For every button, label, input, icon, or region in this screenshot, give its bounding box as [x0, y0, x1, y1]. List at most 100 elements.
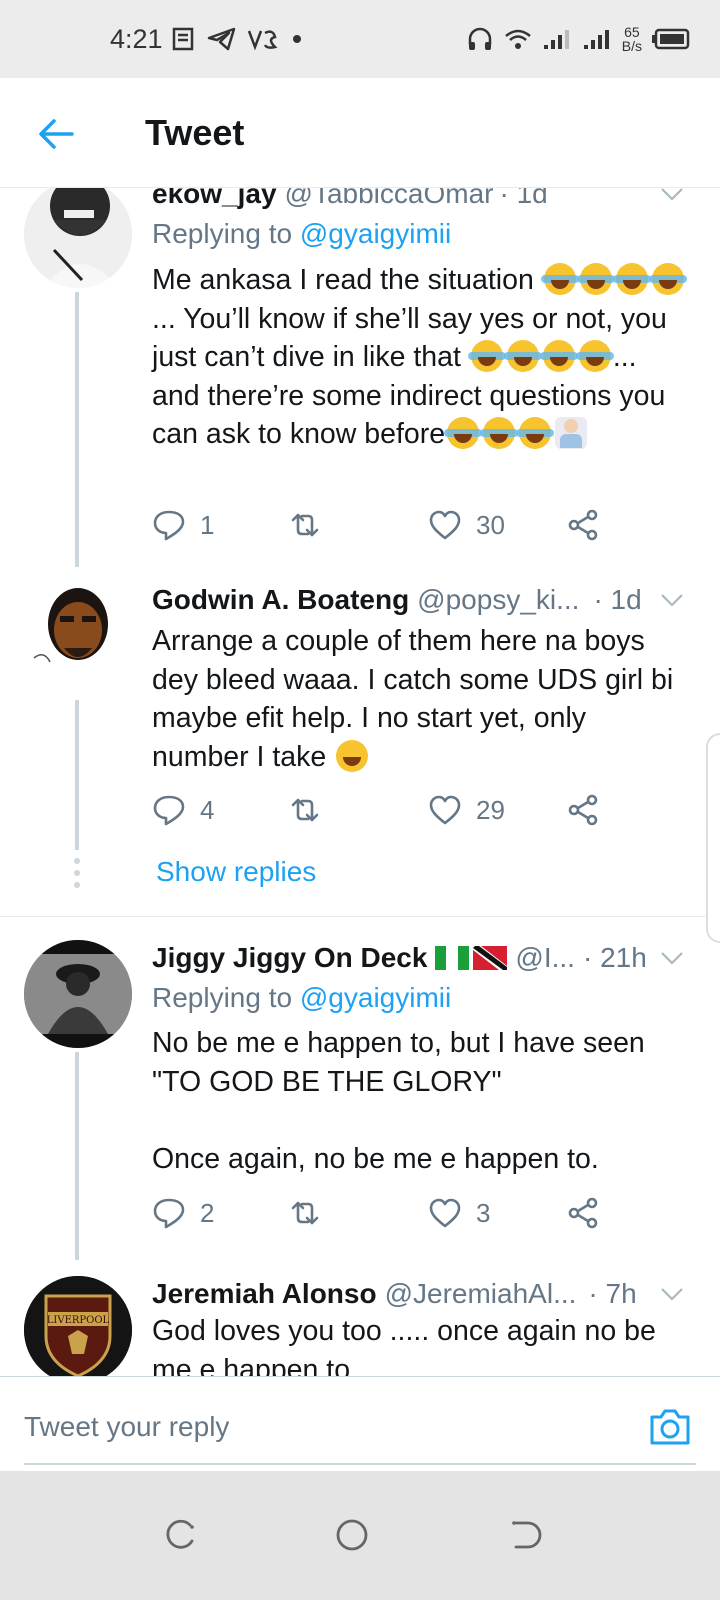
author-name[interactable]: Jiggy Jiggy On Deck — [152, 942, 427, 974]
laughing-tears-emoji — [612, 263, 651, 295]
replying-label: Replying to — [152, 218, 300, 249]
system-icons: 65 B/s — [466, 25, 690, 53]
avatar-image — [24, 940, 132, 1048]
avatar[interactable] — [24, 576, 132, 684]
like-button[interactable]: 3 — [428, 1196, 490, 1230]
signal-icon-2 — [583, 30, 609, 49]
heart-icon — [429, 510, 461, 540]
reply-button[interactable]: 4 — [152, 793, 214, 827]
like-button[interactable]: 29 — [428, 793, 505, 827]
tweet-jiggy-jiggy[interactable]: Jiggy Jiggy On Deck @I... · 21h Replying… — [0, 940, 720, 1260]
tweet-actions: 1 30 — [152, 508, 622, 548]
show-replies-link[interactable]: Show replies — [156, 856, 316, 888]
tweet-time: · 1d — [593, 584, 642, 615]
telegram-icon — [207, 27, 235, 51]
thread-line — [75, 1052, 79, 1260]
replies-feed[interactable]: ekow_jay @TabbiccaOmar · 1d Replying to … — [0, 188, 720, 1376]
retweet-icon — [291, 513, 319, 537]
grinning-emoji — [336, 739, 369, 772]
more-replies-dots — [73, 858, 81, 894]
dot-icon — [292, 35, 301, 43]
battery-icon — [652, 28, 690, 50]
tweet-text: No be me e happen to, but I have seen "T… — [152, 1027, 645, 1175]
laughing-tears-emoji — [648, 263, 687, 295]
laughing-tears-emoji — [540, 263, 579, 295]
reply-icon — [153, 795, 185, 826]
laughing-tears-emoji — [480, 417, 519, 449]
laughing-tears-emoji — [503, 340, 542, 372]
tweet-time: · 1d — [499, 188, 548, 209]
chevron-down-icon[interactable] — [660, 188, 684, 201]
reply-count: 1 — [200, 509, 215, 540]
back-nav-icon[interactable] — [506, 1517, 542, 1553]
reply-composer[interactable]: Tweet your reply — [0, 1376, 720, 1471]
reply-button[interactable]: 1 — [152, 508, 214, 542]
tweet-header: ekow_jay @TabbiccaOmar · 1d — [152, 188, 684, 212]
thread-line — [75, 292, 79, 567]
person-shrugging-emoji — [555, 417, 588, 449]
signal-icon-1 — [543, 30, 569, 49]
avatar[interactable] — [24, 940, 132, 1048]
chevron-down-icon[interactable] — [660, 1287, 684, 1301]
tweet-header: Jiggy Jiggy On Deck @I... · 21h — [152, 940, 684, 976]
edge-panel-handle[interactable] — [706, 733, 720, 943]
tweet-actions: 2 3 — [152, 1196, 622, 1236]
thread-line — [75, 700, 79, 850]
replying-handle-link[interactable]: @gyaigyimii — [300, 218, 451, 249]
retweet-button[interactable] — [288, 508, 322, 542]
reply-button[interactable]: 2 — [152, 1196, 214, 1230]
recent-apps-icon[interactable] — [162, 1517, 198, 1553]
avatar[interactable]: LIVERPOOL — [24, 1276, 132, 1376]
retweet-icon — [291, 798, 319, 822]
like-button[interactable]: 30 — [428, 508, 505, 542]
author-name[interactable]: ekow_jay — [152, 188, 277, 210]
laughing-tears-emoji — [575, 340, 614, 372]
news-icon — [172, 27, 193, 51]
tweet-ekow-jay[interactable]: ekow_jay @TabbiccaOmar · 1d Replying to … — [0, 188, 720, 568]
home-icon[interactable] — [334, 1517, 370, 1553]
share-button[interactable] — [566, 508, 600, 542]
tweet-text-part: Arrange a couple of them here na boys de… — [152, 625, 682, 773]
tweet-time: · 21h — [582, 942, 647, 973]
tweet-text: Me ankasa I read the situation ... You’l… — [152, 261, 690, 454]
retweet-button[interactable] — [288, 793, 322, 827]
author-name[interactable]: Godwin A. Boateng — [152, 584, 409, 616]
share-button[interactable] — [566, 1196, 600, 1230]
author-handle[interactable]: @JeremiahAl... — [385, 1278, 577, 1310]
thread-divider — [0, 916, 720, 917]
reply-input[interactable]: Tweet your reply — [24, 1411, 229, 1443]
author-handle[interactable]: @TabbiccaOmar — [285, 188, 494, 210]
author-handle[interactable]: @I... — [515, 942, 575, 974]
trinidad-flag-icon — [473, 946, 508, 970]
tweet-godwin-boateng[interactable]: Godwin A. Boateng @popsy_ki... · 1d Arra… — [0, 576, 720, 916]
laughing-tears-emoji — [444, 417, 483, 449]
reply-count: 2 — [200, 1197, 215, 1228]
heart-icon — [429, 795, 461, 825]
tweet-header: Godwin A. Boateng @popsy_ki... · 1d — [152, 582, 684, 618]
net-speed: 65 B/s — [622, 25, 642, 53]
app-bar: Tweet — [0, 78, 720, 188]
tweet-header: Jeremiah Alonso @JeremiahAl... · 7h — [152, 1276, 684, 1312]
chevron-down-icon[interactable] — [660, 593, 684, 607]
camera-icon[interactable] — [648, 1407, 692, 1447]
replying-handle-link[interactable]: @gyaigyimii — [300, 982, 451, 1013]
replying-to: Replying to @gyaigyimii — [152, 218, 451, 250]
page-title: Tweet — [145, 112, 245, 153]
share-icon — [568, 509, 598, 541]
vpn-icon — [247, 30, 278, 51]
replying-label: Replying to — [152, 982, 300, 1013]
composer-underline — [24, 1463, 696, 1465]
share-button[interactable] — [566, 793, 600, 827]
author-name[interactable]: Jeremiah Alonso — [152, 1278, 377, 1310]
status-time: 4:21 — [110, 23, 163, 54]
retweet-icon — [291, 1201, 319, 1225]
retweet-button[interactable] — [288, 1196, 322, 1230]
avatar-image — [24, 576, 132, 684]
share-icon — [568, 1197, 598, 1229]
back-arrow-icon[interactable] — [36, 114, 76, 154]
avatar[interactable] — [24, 188, 132, 288]
author-handle[interactable]: @popsy_ki... — [417, 584, 579, 616]
chevron-down-icon[interactable] — [660, 951, 684, 965]
laughing-tears-emoji — [467, 340, 506, 372]
tweet-jeremiah-alonso[interactable]: LIVERPOOL Jeremiah Alonso @JeremiahAl...… — [0, 1276, 720, 1376]
